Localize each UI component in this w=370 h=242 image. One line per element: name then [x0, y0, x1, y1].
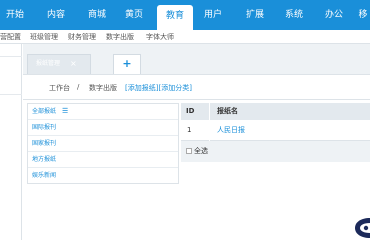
sub-nav: 营配置 班级管理 财务管理 数字出版 字体大师	[0, 30, 370, 44]
subnav-item-font-master[interactable]: 字体大师	[146, 32, 174, 42]
breadcrumb-section[interactable]: 数字出版	[89, 83, 117, 93]
nav-item-education[interactable]: 教育	[157, 5, 193, 30]
nav-item-start[interactable]: 开始	[0, 0, 30, 30]
subnav-item-class[interactable]: 班级管理	[30, 32, 58, 42]
category-label: 全部报纸	[32, 108, 57, 115]
left-sidebar	[0, 44, 22, 240]
column-header-id: ID	[186, 107, 195, 115]
nav-item-system[interactable]: 系统	[280, 0, 308, 30]
top-nav: 开始 内容 商城 黄页 教育 用户 扩展 系统 办公 移	[0, 0, 370, 30]
breadcrumb-actions[interactable]: [添加报纸][添加分类]	[125, 83, 192, 93]
category-international[interactable]: 国际报刊	[28, 120, 178, 136]
nav-item-content[interactable]: 内容	[42, 0, 70, 30]
cell-id: 1	[187, 126, 192, 134]
subnav-item-digital-publishing[interactable]: 数字出版	[106, 32, 134, 42]
tab-label: 报纸管理	[36, 60, 61, 67]
subnav-item-finance[interactable]: 财务管理	[68, 32, 96, 42]
nav-item-office[interactable]: 办公	[320, 0, 348, 30]
newspaper-table: ID 报纸名 1 人民日报 全选	[181, 103, 370, 162]
breadcrumb-separator: /	[77, 83, 80, 91]
table-footer: 全选	[181, 141, 370, 162]
sidebar-divider	[0, 56, 22, 57]
select-all-checkbox[interactable]	[186, 148, 192, 154]
category-list: 全部报纸 ☰ 国际报刊 国家报刊 地方报纸 娱乐新闻	[27, 103, 179, 184]
column-divider	[209, 103, 210, 141]
category-all[interactable]: 全部报纸 ☰	[28, 104, 178, 120]
subnav-item-config[interactable]: 营配置	[0, 32, 21, 42]
category-local[interactable]: 地方报纸	[28, 152, 178, 168]
close-icon[interactable]: ×	[70, 55, 77, 73]
category-entertainment[interactable]: 娱乐新闻	[28, 168, 178, 184]
category-national[interactable]: 国家报刊	[28, 136, 178, 152]
brand-logo-icon	[349, 212, 370, 240]
sidebar-divider	[0, 94, 22, 95]
tab-strip: 报纸管理 × +	[23, 44, 370, 74]
nav-item-extensions[interactable]: 扩展	[241, 0, 269, 30]
select-all-label[interactable]: 全选	[194, 141, 208, 162]
add-tab-button[interactable]: +	[113, 54, 141, 74]
breadcrumb: 工作台 / 数字出版 [添加报纸][添加分类]	[23, 74, 370, 100]
nav-item-yellowpages[interactable]: 黄页	[120, 0, 148, 30]
nav-item-users[interactable]: 用户	[199, 0, 227, 30]
cell-name-link[interactable]: 人民日报	[217, 120, 245, 141]
breadcrumb-home[interactable]: 工作台	[49, 83, 70, 93]
list-icon: ☰	[62, 107, 69, 115]
tab-newspaper-management[interactable]: 报纸管理 ×	[27, 54, 91, 74]
column-header-name: 报纸名	[217, 107, 238, 115]
nav-item-mall[interactable]: 商城	[83, 0, 111, 30]
nav-item-more[interactable]: 移	[356, 0, 370, 30]
